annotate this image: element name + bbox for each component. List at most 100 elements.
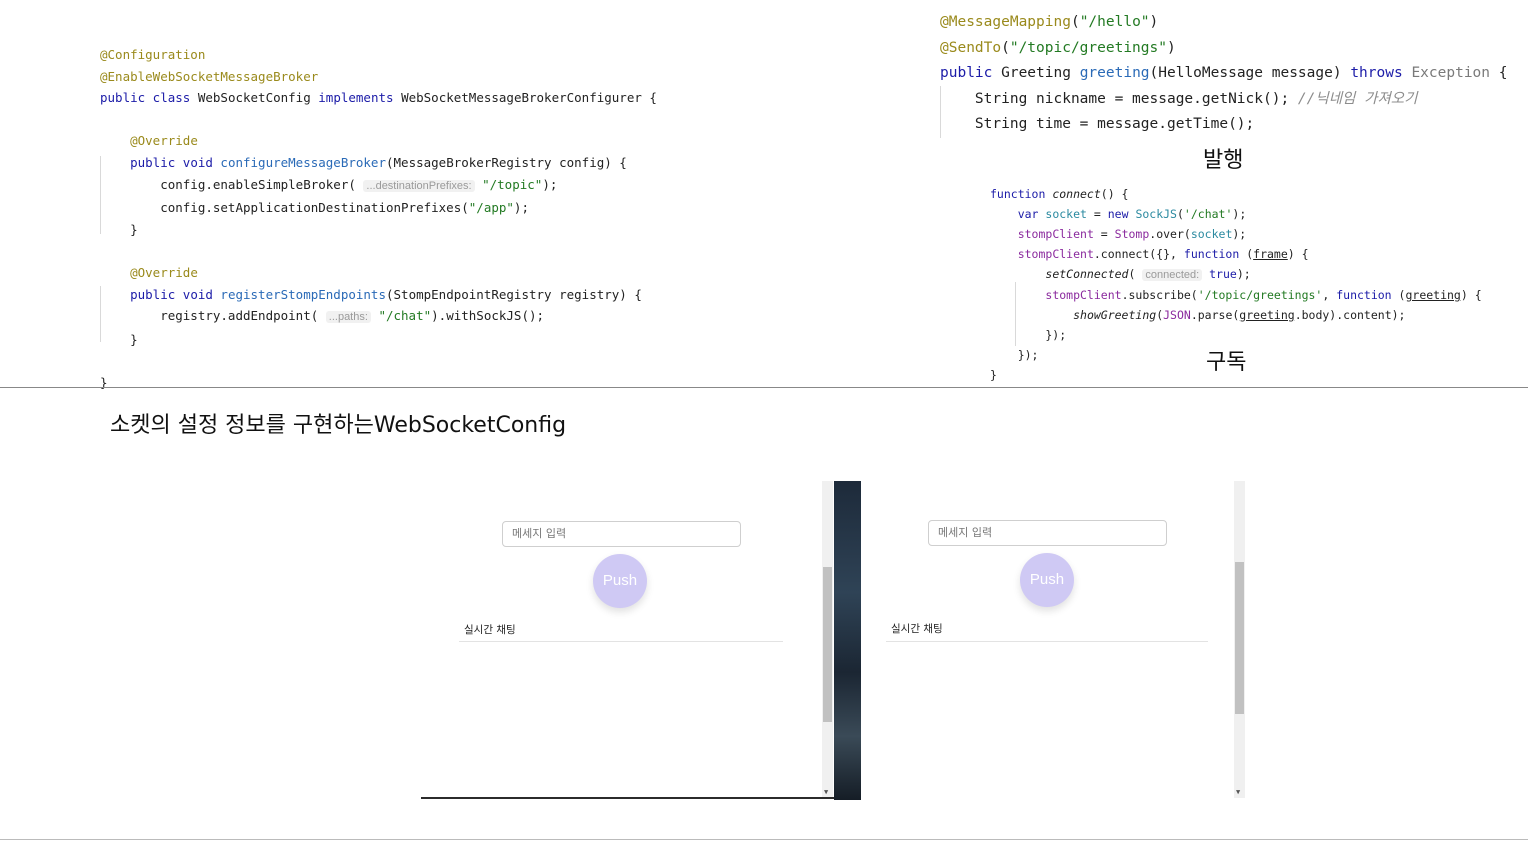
code-token: JSON — [1163, 308, 1191, 322]
code-token: public class — [100, 90, 198, 106]
code-line: String nickname = message.getNick(); //닉… — [940, 87, 1507, 113]
code-token: ( — [1128, 267, 1143, 281]
websocket-config-code: @Configuration @EnableWebSocketMessageBro… — [100, 44, 657, 394]
code-token: Greeting — [1001, 65, 1080, 82]
code-line: stompClient = Stomp.over(socket); — [990, 224, 1482, 244]
code-line: stompClient.connect({}, function (frame)… — [990, 244, 1482, 264]
code-token: .over( — [1149, 227, 1191, 241]
indent-guide — [100, 156, 101, 234]
code-token: } — [100, 331, 138, 347]
code-token: connect — [1052, 187, 1101, 201]
code-line: public class WebSocketConfig implements … — [100, 87, 657, 109]
code-token: stompClient — [1017, 227, 1094, 241]
code-token: "/topic" — [482, 176, 543, 192]
code-token: @Configuration — [100, 47, 206, 62]
code-token: (MessageBrokerRegistry config) { — [386, 154, 627, 170]
code-token: .subscribe( — [1121, 288, 1198, 302]
code-token: ( — [1001, 39, 1010, 56]
code-line: } — [100, 372, 657, 394]
code-line: } — [100, 219, 657, 241]
code-token: ...destinationPrefixes: — [363, 179, 475, 192]
scroll-down-arrow[interactable]: ▼ — [1236, 788, 1240, 796]
code-token: String time = message.getTime(); — [940, 116, 1255, 133]
push-button[interactable]: Push — [593, 554, 647, 608]
code-line: @Override — [100, 262, 657, 284]
background-photo-strip — [834, 481, 861, 800]
code-token: "/hello" — [1079, 14, 1150, 30]
code-token: { — [1490, 65, 1508, 82]
code-line: @Override — [100, 130, 657, 152]
code-token: @Override — [130, 133, 198, 149]
chat-title: 실시간 채팅 — [891, 623, 943, 635]
code-token: ) { — [1287, 247, 1309, 261]
code-token: function — [990, 187, 1053, 201]
code-line: public void registerStompEndpoints(Stomp… — [100, 284, 657, 306]
code-token: } — [100, 221, 138, 237]
code-token: @MessageMapping — [940, 14, 1071, 30]
code-line: public void configureMessageBroker(Messa… — [100, 152, 657, 174]
code-token: new — [1107, 207, 1136, 221]
code-line: function connect() { — [990, 184, 1482, 204]
code-token: SockJS — [1135, 207, 1177, 221]
section-caption: 소켓의 설정 정보를 구현하는WebSocketConfig — [110, 413, 567, 438]
indent-guide — [1015, 282, 1016, 346]
push-button[interactable]: Push — [1020, 553, 1074, 607]
code-token: ).withSockJS(); — [431, 308, 545, 324]
code-token: , — [1322, 288, 1337, 302]
code-token: @SendTo — [940, 39, 1002, 56]
code-token: showGreeting — [1073, 308, 1157, 322]
code-token: () { — [1100, 187, 1129, 201]
code-line: public Greeting greeting(HelloMessage me… — [940, 61, 1507, 87]
code-line: config.setApplicationDestinationPrefixes… — [100, 197, 657, 219]
code-token: socket — [1190, 227, 1233, 241]
scroll-down-arrow[interactable]: ▼ — [824, 788, 828, 796]
code-token: ( — [1176, 207, 1184, 221]
code-token: (HelloMessage message) — [1149, 65, 1351, 82]
code-token: "/app" — [468, 200, 514, 216]
scrollbar-thumb[interactable] — [823, 567, 832, 722]
bottom-divider — [0, 839, 1528, 840]
code-token: true — [1209, 267, 1237, 281]
code-token: .body).content); — [1294, 308, 1406, 322]
code-token: ); — [513, 200, 529, 216]
code-token: frame — [1253, 247, 1288, 261]
code-token: stompClient — [1045, 288, 1122, 302]
code-token: .parse( — [1190, 308, 1240, 322]
code-line: @EnableWebSocketMessageBroker — [100, 66, 657, 88]
code-line: @SendTo("/topic/greetings") — [940, 36, 1507, 62]
indent-guide — [940, 86, 941, 138]
code-token: }); — [990, 348, 1039, 362]
message-input[interactable]: 메세지 입력 — [502, 521, 741, 547]
code-line: setConnected( connected: true); — [990, 264, 1482, 285]
code-token: "/chat" — [378, 308, 432, 324]
code-token: config.enableSimpleBroker( — [100, 176, 364, 192]
code-token: stompClient — [1017, 247, 1094, 261]
code-token: configureMessageBroker — [220, 154, 386, 170]
code-token: .connect({}, — [1093, 247, 1184, 261]
subscribe-label: 구독 — [1206, 350, 1247, 375]
code-token: greeting — [1079, 65, 1150, 82]
code-token: (StompEndpointRegistry registry) { — [386, 286, 642, 302]
code-token: ); — [1232, 227, 1247, 241]
code-token: ) { — [1460, 288, 1482, 302]
scrollbar-thumb[interactable] — [1235, 562, 1244, 714]
code-token: function — [1336, 288, 1399, 302]
message-input[interactable]: 메세지 입력 — [928, 520, 1167, 546]
chat-title: 실시간 채팅 — [464, 624, 516, 636]
code-token: '/chat' — [1183, 207, 1233, 221]
code-token: '/topic/greetings' — [1197, 288, 1323, 302]
code-line: @Configuration — [100, 44, 657, 66]
code-line: String time = message.getTime(); — [940, 112, 1507, 138]
code-line: config.enableSimpleBroker( ...destinatio… — [100, 174, 657, 198]
code-token: greeting — [1239, 308, 1295, 322]
code-token: @Override — [130, 264, 198, 280]
